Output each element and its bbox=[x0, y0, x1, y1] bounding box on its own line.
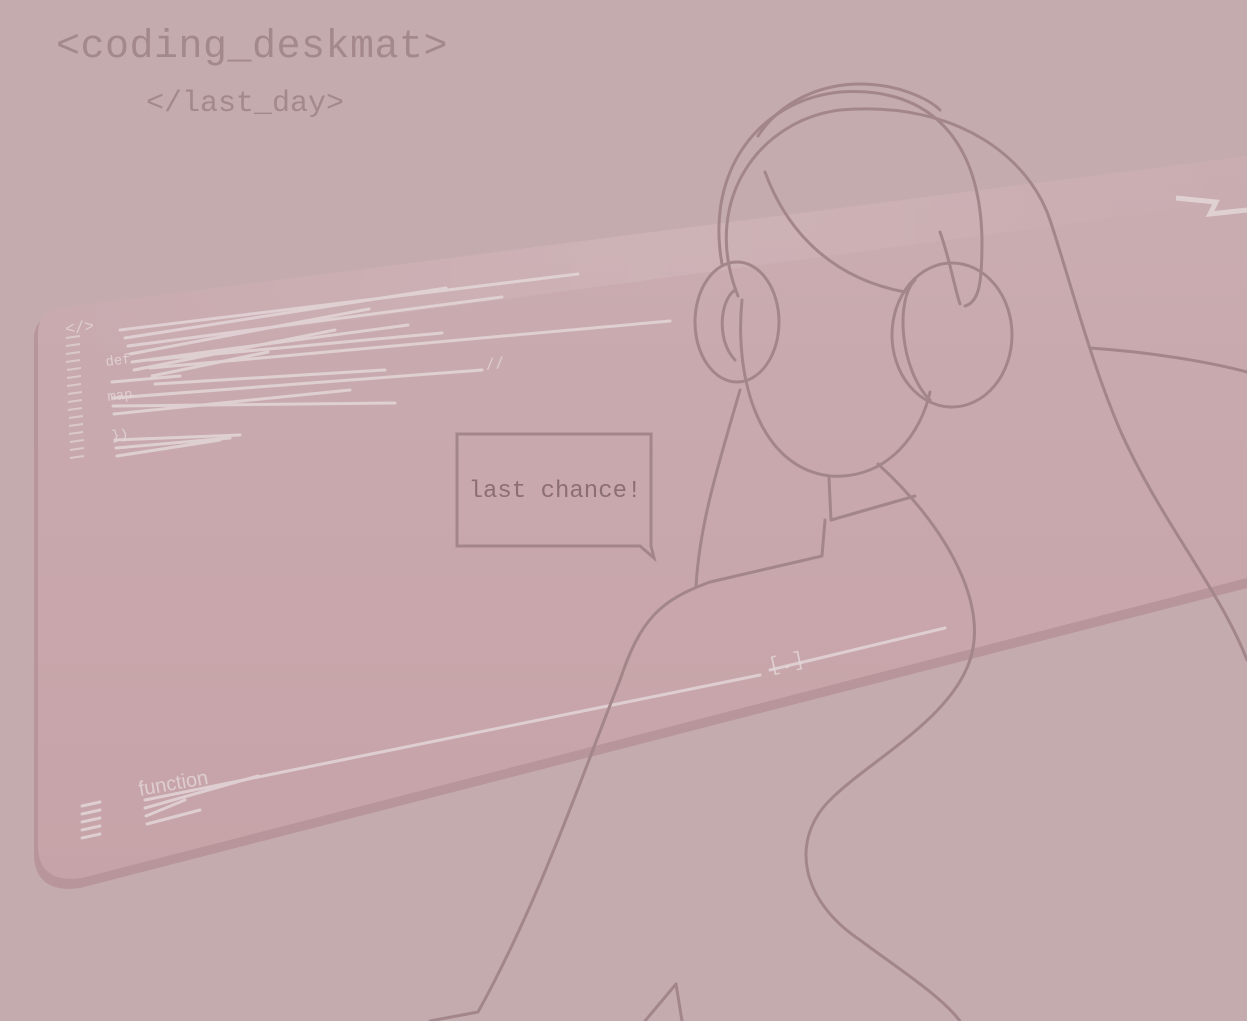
mat-closing: }) bbox=[111, 427, 130, 445]
mat-comment: // bbox=[484, 355, 505, 375]
promo-headline: <coding_deskmat> bbox=[56, 25, 449, 70]
mat-tag: </> bbox=[64, 318, 95, 339]
promo-illustration: </> def map }) // function [.] bbox=[34, 82, 1247, 1021]
mat-keyword-def: def bbox=[105, 352, 132, 371]
mat-keyword-map: map bbox=[107, 387, 134, 406]
promo-subline: </last_day> bbox=[146, 87, 345, 121]
speech-bubble-text: last chance! bbox=[468, 478, 642, 505]
